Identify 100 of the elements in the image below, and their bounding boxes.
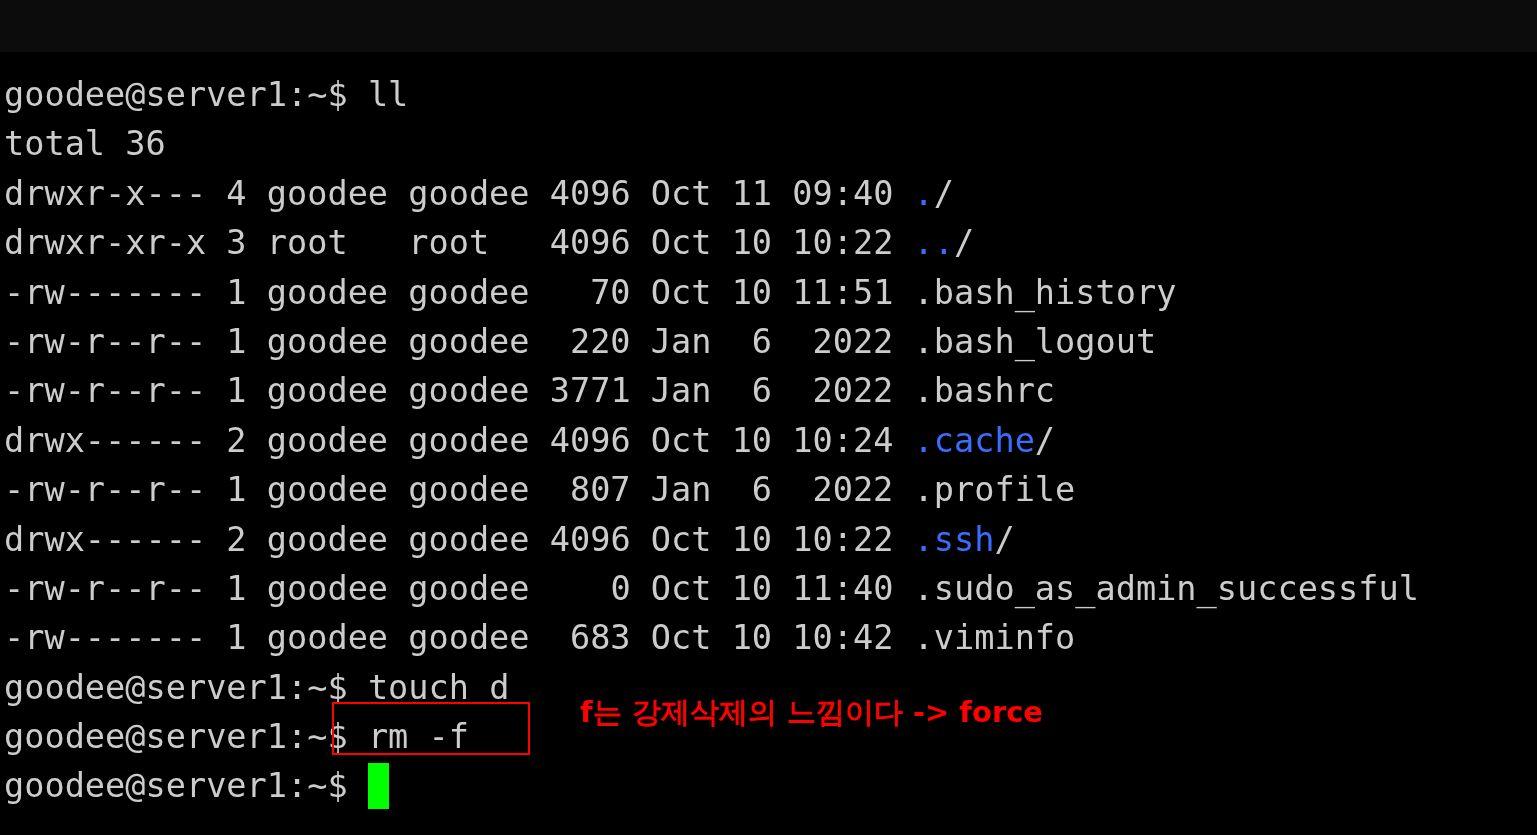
time-text: 2022 [811,469,894,512]
owner-name: goodee [266,370,389,413]
link-count: 1 [226,271,247,314]
file-name: .bash_history [913,271,1177,315]
file-size: 4096 [549,419,631,462]
file-size: 4096 [549,172,631,215]
owner-name: goodee [266,518,389,561]
time-text: 10:22 [792,222,894,265]
day-text: 10 [731,567,773,610]
slash-text: / [994,518,1015,561]
time-text: 11:40 [792,567,894,610]
group-name: root [408,222,491,265]
slash-text: / [954,222,975,265]
permissions-text: -rw------- [4,617,207,660]
day-text: 6 [750,320,773,363]
owner-name: goodee [266,320,389,363]
group-name: goodee [408,320,530,363]
file-name: .. [913,222,954,265]
day-text: 10 [731,271,773,314]
slash-text: / [1034,419,1056,462]
link-count: 2 [226,419,247,462]
time-text: 09:40 [792,172,894,215]
day-text: 6 [750,469,773,512]
day-text: 10 [731,518,773,561]
owner-name: goodee [266,617,389,660]
file-size: 683 [568,617,631,660]
link-count: 2 [226,518,247,561]
time-text: 2022 [811,370,894,413]
shell-prompt: goodee@server1:~$ [4,765,348,808]
permissions-text: drwxr-x--- [4,172,207,215]
month-text: Oct [650,567,712,610]
permissions-text: -rw-r--r-- [4,567,207,610]
link-count: 1 [226,469,247,512]
day-text: 6 [750,370,773,413]
group-name: goodee [408,370,530,413]
month-text: Oct [650,222,712,265]
permissions-text: -rw-r--r-- [4,469,207,512]
month-text: Jan [650,370,712,413]
file-name: .ssh [913,518,995,561]
month-text: Oct [650,518,712,561]
link-count: 1 [226,370,247,413]
link-count: 4 [226,172,247,215]
month-text: Oct [650,271,712,314]
owner-name: goodee [266,419,389,462]
time-text: 10:24 [792,419,894,462]
permissions-text: drwxr-xr-x [4,222,207,265]
group-name: goodee [408,617,530,660]
group-name: goodee [408,271,530,314]
month-text: Oct [650,617,712,660]
file-name: .sudo_as_admin_successful [913,567,1419,611]
owner-name: goodee [266,172,389,215]
group-name: goodee [408,469,530,512]
command-text: ll [367,74,409,116]
command-text: touch d [367,666,510,709]
permissions-text: drwx------ [4,419,207,462]
month-text: Oct [650,419,712,462]
permissions-text: drwx------ [4,518,207,561]
month-text: Oct [650,172,712,215]
link-count: 1 [226,567,247,610]
shell-prompt: goodee@server1:~$ [4,74,348,116]
file-size: 220 [568,320,631,363]
permissions-text: -rw-r--r-- [4,370,207,413]
owner-name: goodee [266,271,389,314]
time-text: 11:51 [792,271,894,314]
file-size: 0 [609,567,631,610]
slash-text: / [933,172,954,215]
file-size: 4096 [549,518,631,561]
file-name: . [913,172,934,215]
annotation-text: f는 강제삭제의 느낌이다 -> force [580,698,1044,728]
owner-name: goodee [266,469,389,512]
file-name: .viminfo [913,617,1076,660]
file-name: .bash_logout [913,320,1157,364]
day-text: 10 [731,419,773,462]
day-text: 10 [731,222,773,265]
permissions-text: -rw-r--r-- [4,320,207,363]
group-name: goodee [408,172,530,215]
owner-name: root [266,222,349,265]
group-name: goodee [408,518,530,561]
file-size: 807 [568,469,631,512]
file-name: .profile [913,469,1076,512]
link-count: 3 [226,222,247,265]
permissions-text: -rw------- [4,271,207,314]
file-size: 3771 [549,370,631,413]
file-name: .bashrc [913,370,1056,413]
day-text: 11 [731,172,773,215]
file-size: 4096 [549,222,631,265]
day-text: 10 [731,617,773,660]
month-text: Jan [650,469,712,512]
output-text: total 36 [4,123,166,166]
owner-name: goodee [266,567,389,610]
group-name: goodee [408,419,530,462]
shell-prompt: goodee@server1:~$ [4,666,348,709]
group-name: goodee [408,567,530,610]
link-count: 1 [226,617,247,660]
link-count: 1 [226,320,247,363]
file-name: .cache [913,419,1035,462]
time-text: 2022 [811,320,894,363]
time-text: 10:42 [792,617,894,660]
month-text: Jan [650,320,712,363]
file-size: 70 [589,271,631,314]
